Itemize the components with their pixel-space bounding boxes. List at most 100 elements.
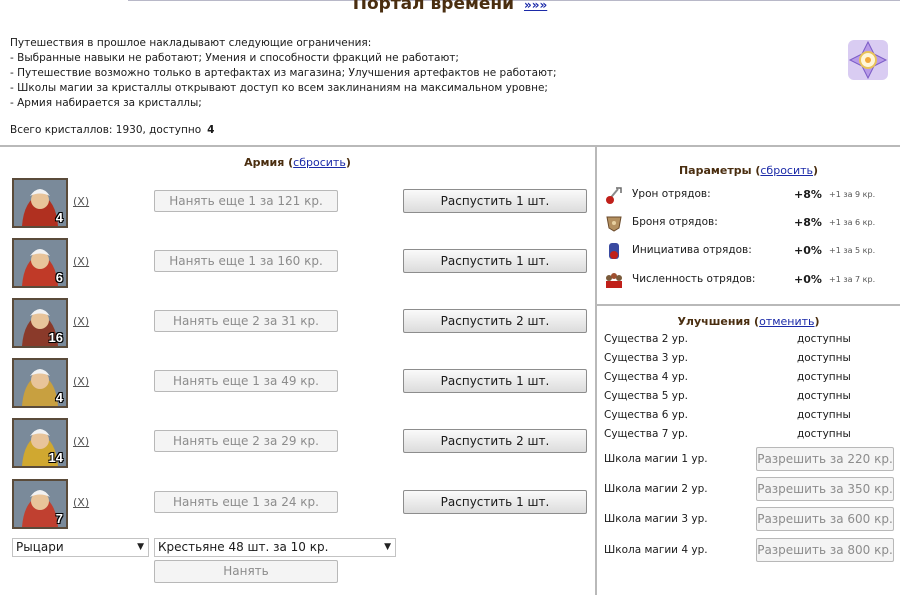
unit-portrait[interactable]: 16 bbox=[12, 298, 68, 348]
hire-more-button[interactable]: Нанять еще 2 за 29 кр. bbox=[154, 430, 338, 452]
section-divider bbox=[0, 145, 900, 147]
param-cost-note[interactable]: +1 за 7 кр. bbox=[829, 275, 875, 284]
allow-magic-button[interactable]: Разрешить за 600 кр. bbox=[756, 507, 894, 531]
restriction-line: - Армия набирается за кристаллы; bbox=[10, 97, 202, 109]
params-reset-link[interactable]: сбросить bbox=[760, 164, 813, 177]
param-row[interactable]: Численность отрядов: +0% +1 за 7 кр. bbox=[604, 270, 894, 290]
unit-count: 7 bbox=[55, 511, 63, 526]
param-cost-note[interactable]: +1 за 5 кр. bbox=[829, 246, 875, 255]
army-row: 6 (X) Нанять еще 1 за 160 кр. Распустить 1 … bbox=[12, 238, 592, 290]
param-label: Инициатива отрядов: bbox=[632, 244, 752, 256]
dismiss-button[interactable]: Распустить 2 шт. bbox=[403, 309, 587, 333]
param-value: +0% bbox=[794, 244, 822, 257]
param-row[interactable]: Инициатива отрядов: +0% +1 за 5 кр. bbox=[604, 241, 894, 261]
page-title: Портал времени »»» bbox=[0, 0, 900, 15]
remove-unit-link[interactable]: (X) bbox=[73, 375, 89, 388]
unit-portrait[interactable]: 6 bbox=[12, 238, 68, 288]
hire-button[interactable]: Нанять bbox=[154, 560, 338, 583]
troops-icon bbox=[604, 270, 624, 290]
unit-portrait[interactable]: 4 bbox=[12, 178, 68, 228]
allow-magic-button[interactable]: Разрешить за 220 кр. bbox=[756, 447, 894, 471]
unit-count: 4 bbox=[55, 390, 63, 405]
army-reset-link[interactable]: сбросить bbox=[293, 156, 346, 169]
army-row: 4 (X) Нанять еще 1 за 121 кр. Распустить 1 … bbox=[12, 178, 592, 230]
dismiss-button[interactable]: Распустить 1 шт. bbox=[403, 490, 587, 514]
remove-unit-link[interactable]: (X) bbox=[73, 315, 89, 328]
upgrade-row: Существа 3 ур. доступны bbox=[604, 352, 894, 371]
hire-more-button[interactable]: Нанять еще 2 за 31 кр. bbox=[154, 310, 338, 332]
magic-school-row: Школа магии 2 ур. Разрешить за 350 кр. bbox=[604, 477, 894, 503]
allow-magic-button[interactable]: Разрешить за 350 кр. bbox=[756, 477, 894, 501]
param-label: Броня отрядов: bbox=[632, 216, 718, 228]
magic-school-label: Школа магии 4 ур. bbox=[604, 544, 708, 556]
crystal-available: 4 bbox=[207, 124, 215, 136]
param-label: Численность отрядов: bbox=[632, 273, 756, 285]
upgrade-label: Существа 5 ур. bbox=[604, 390, 688, 402]
army-title: Армия (сбросить) bbox=[244, 156, 351, 169]
upgrade-label: Существа 2 ур. bbox=[604, 333, 688, 345]
crystal-total: Всего кристаллов: 1930, доступно 4 bbox=[10, 124, 214, 136]
more-link[interactable]: »»» bbox=[524, 0, 547, 12]
hire-more-button[interactable]: Нанять еще 1 за 24 кр. bbox=[154, 491, 338, 513]
param-label: Урон отрядов: bbox=[632, 188, 711, 200]
magic-school-row: Школа магии 4 ур. Разрешить за 800 кр. bbox=[604, 538, 894, 564]
upgrade-row: Существа 5 ур. доступны bbox=[604, 390, 894, 409]
army-row: 7 (X) Нанять еще 1 за 24 кр. Распустить 1 ш… bbox=[12, 479, 592, 531]
unit-count: 4 bbox=[55, 210, 63, 225]
unit-select[interactable]: Крестьяне 48 шт. за 10 кр. ▼ bbox=[154, 538, 396, 557]
army-row: 14 (X) Нанять еще 2 за 29 кр. Распустить 2 … bbox=[12, 418, 592, 470]
remove-unit-link[interactable]: (X) bbox=[73, 435, 89, 448]
upgrade-row: Существа 4 ур. доступны bbox=[604, 371, 894, 390]
upgrade-label: Существа 3 ур. bbox=[604, 352, 688, 364]
param-cost-note[interactable]: +1 за 9 кр. bbox=[829, 190, 875, 199]
dismiss-button[interactable]: Распустить 1 шт. bbox=[403, 249, 587, 273]
param-value: +8% bbox=[794, 216, 822, 229]
remove-unit-link[interactable]: (X) bbox=[73, 496, 89, 509]
unit-count: 6 bbox=[55, 270, 63, 285]
upgrade-row: Существа 7 ур. доступны bbox=[604, 428, 894, 447]
upgrades-title: Улучшения (отменить) bbox=[677, 315, 820, 328]
dismiss-button[interactable]: Распустить 1 шт. bbox=[403, 369, 587, 393]
restriction-line: - Путешествие возможно только в артефакт… bbox=[10, 67, 557, 79]
unit-select-value: Крестьяне 48 шт. за 10 кр. bbox=[158, 540, 329, 554]
param-cost-note[interactable]: +1 за 6 кр. bbox=[829, 218, 875, 227]
restrictions-text: Путешествия в прошлое накладывают следую… bbox=[10, 36, 790, 111]
restriction-line: - Выбранные навыки не работают; Умения и… bbox=[10, 52, 459, 64]
upgrades-title-text: Улучшения bbox=[677, 315, 751, 328]
faction-select[interactable]: Рыцари ▼ bbox=[12, 538, 149, 557]
unit-portrait[interactable]: 4 bbox=[12, 358, 68, 408]
unit-portrait[interactable]: 14 bbox=[12, 418, 68, 468]
unit-count: 16 bbox=[48, 330, 63, 345]
upgrade-status: доступны bbox=[797, 352, 851, 364]
magic-school-label: Школа магии 3 ур. bbox=[604, 513, 708, 525]
remove-unit-link[interactable]: (X) bbox=[73, 255, 89, 268]
params-title-text: Параметры bbox=[678, 164, 752, 177]
chevron-down-icon: ▼ bbox=[137, 542, 144, 552]
unit-portrait[interactable]: 7 bbox=[12, 479, 68, 529]
magic-school-label: Школа магии 2 ур. bbox=[604, 483, 708, 495]
upgrade-label: Существа 6 ур. bbox=[604, 409, 688, 421]
upgrade-label: Существа 4 ур. bbox=[604, 371, 688, 383]
unit-count: 14 bbox=[48, 450, 63, 465]
column-divider bbox=[595, 146, 597, 595]
remove-unit-link[interactable]: (X) bbox=[73, 195, 89, 208]
allow-magic-button[interactable]: Разрешить за 800 кр. bbox=[756, 538, 894, 562]
restriction-line: Путешествия в прошлое накладывают следую… bbox=[10, 37, 372, 49]
dismiss-button[interactable]: Распустить 1 шт. bbox=[403, 189, 587, 213]
param-value: +8% bbox=[794, 188, 822, 201]
upgrade-status: доступны bbox=[797, 371, 851, 383]
param-row[interactable]: Броня отрядов: +8% +1 за 6 кр. bbox=[604, 213, 894, 233]
magic-school-row: Школа магии 3 ур. Разрешить за 600 кр. bbox=[604, 507, 894, 533]
damage-icon bbox=[604, 185, 624, 205]
faction-select-value: Рыцари bbox=[16, 540, 64, 554]
portal-crystal-icon bbox=[848, 40, 888, 80]
param-row[interactable]: Урон отрядов: +8% +1 за 9 кр. bbox=[604, 185, 894, 205]
army-title-text: Армия bbox=[244, 156, 285, 169]
crystal-total-label: Всего кристаллов: 1930, доступно bbox=[10, 124, 202, 136]
hire-more-button[interactable]: Нанять еще 1 за 49 кр. bbox=[154, 370, 338, 392]
dismiss-button[interactable]: Распустить 2 шт. bbox=[403, 429, 587, 453]
hire-more-button[interactable]: Нанять еще 1 за 121 кр. bbox=[154, 190, 338, 212]
upgrades-cancel-link[interactable]: отменить bbox=[759, 315, 814, 328]
upgrade-row: Существа 2 ур. доступны bbox=[604, 333, 894, 352]
hire-more-button[interactable]: Нанять еще 1 за 160 кр. bbox=[154, 250, 338, 272]
